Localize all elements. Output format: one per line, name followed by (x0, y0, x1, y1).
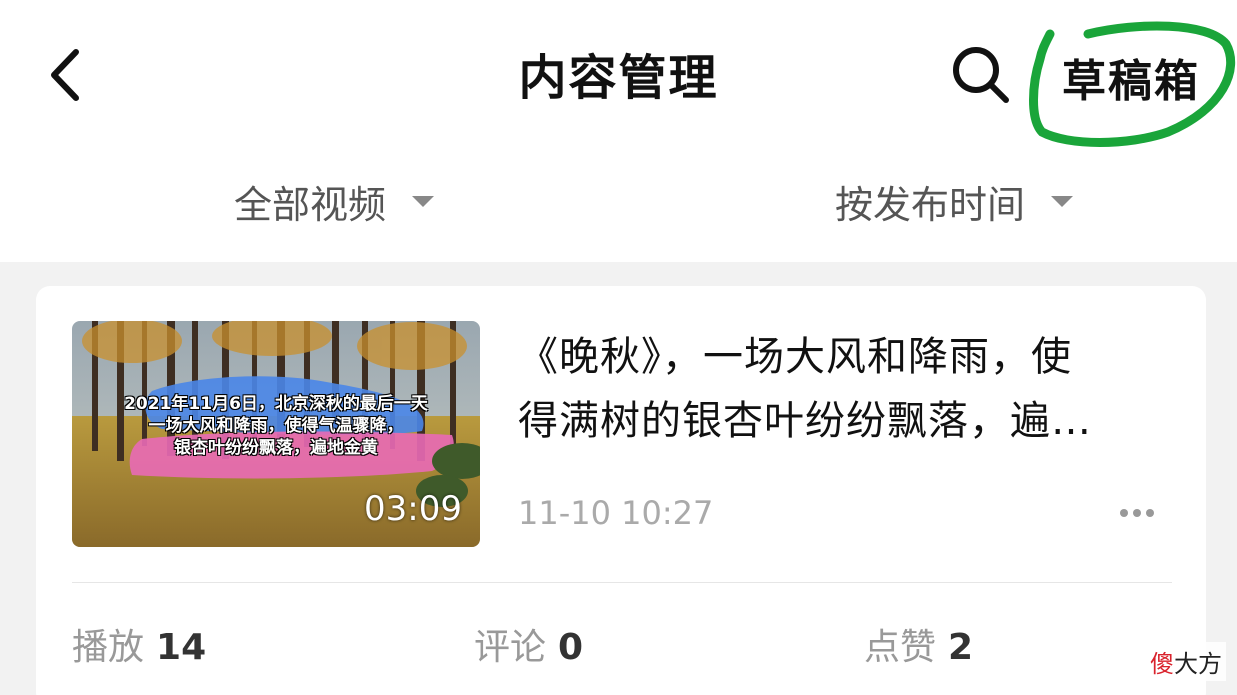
play-count-label: 播放 (72, 627, 145, 668)
video-duration: 03:09 (364, 489, 462, 529)
thumbnail-caption-line: 银杏叶纷纷飘落，遍地金黄 (174, 438, 378, 458)
video-title[interactable]: 《晚秋》，一场大风和降雨，使 得满树的银杏叶纷纷飘落，遍… (518, 325, 1158, 453)
dot-icon (1120, 509, 1128, 517)
comment-count[interactable]: 评论 0 (474, 618, 583, 670)
watermark-text: 大方 (1174, 650, 1222, 678)
search-icon (953, 47, 1009, 103)
watermark-red-char: 傻 (1150, 650, 1174, 678)
chevron-left-icon (51, 49, 79, 101)
video-thumbnail[interactable]: 2021年11月6日，北京深秋的最后一天 一场大风和降雨，使得气温骤降， 银杏叶… (72, 321, 480, 547)
search-button[interactable] (948, 42, 1018, 106)
filter-sort-order[interactable]: 按发布时间 (835, 174, 1074, 229)
thumbnail-caption-line: 一场大风和降雨，使得气温骤降， (148, 416, 404, 436)
comment-count-value: 0 (558, 627, 584, 668)
header-bar: 内容管理 草稿箱 (0, 0, 1237, 150)
watermark: 傻大方 (1146, 642, 1226, 681)
comment-count-label: 评论 (474, 627, 547, 668)
video-publish-time: 11-10 10:27 (518, 494, 714, 532)
caret-down-icon (1051, 196, 1074, 207)
dot-icon (1146, 509, 1154, 517)
thumbnail-caption-line: 2021年11月6日，北京深秋的最后一天 (124, 394, 428, 414)
content-management-page: 内容管理 草稿箱 全部视频 按发布时间 2021年11月6日，北京深秋的最后一天… (0, 0, 1237, 695)
caret-down-icon (412, 196, 435, 207)
back-button[interactable] (40, 40, 100, 110)
play-count: 播放 14 (72, 618, 206, 670)
play-count-value: 14 (156, 627, 207, 668)
video-title-line: 《晚秋》，一场大风和降雨，使 (518, 334, 1072, 380)
more-options-button[interactable] (1120, 498, 1168, 528)
thumbnail-caption: 2021年11月6日，北京深秋的最后一天 一场大风和降雨，使得气温骤降， 银杏叶… (72, 393, 480, 459)
filter-sort-order-label: 按发布时间 (835, 183, 1026, 227)
dot-icon (1133, 509, 1141, 517)
drafts-button[interactable]: 草稿箱 (1062, 45, 1200, 109)
like-count-label: 点赞 (864, 627, 937, 668)
video-title-line: 得满树的银杏叶纷纷飘落，遍… (518, 398, 1092, 444)
like-count: 点赞 2 (864, 618, 973, 670)
like-count-value: 2 (948, 627, 974, 668)
divider (72, 582, 1172, 583)
filter-video-type[interactable]: 全部视频 (234, 174, 435, 229)
page-title: 内容管理 (518, 50, 719, 106)
filter-video-type-label: 全部视频 (234, 183, 387, 227)
